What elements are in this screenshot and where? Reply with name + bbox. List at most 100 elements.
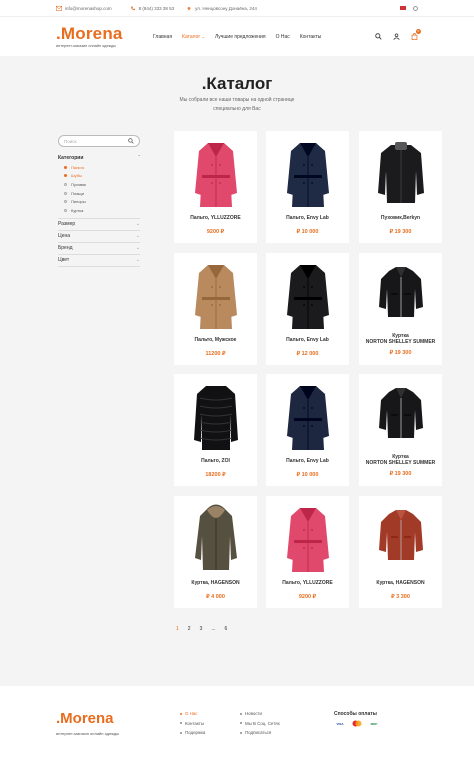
product-image[interactable] bbox=[371, 380, 431, 454]
top-bar: info@morenashop.com 8 (844) 333 38 53 ул… bbox=[0, 0, 474, 16]
product-name[interactable]: Пальто, YLLUZZORE bbox=[174, 215, 257, 221]
filter-color[interactable]: Цвет ⌄ bbox=[58, 255, 140, 267]
category-item[interactable]: Плащи bbox=[64, 189, 140, 198]
footer-link[interactable]: Мы В Соц. Сетях bbox=[240, 719, 280, 729]
category-item[interactable]: Пиноры bbox=[64, 197, 140, 206]
site-header: .Morena интернет-магазин онлайн одежды Г… bbox=[0, 16, 474, 56]
flag-ru-icon[interactable] bbox=[400, 5, 406, 10]
email-text: info@morenashop.com bbox=[65, 5, 112, 11]
globe-icon[interactable] bbox=[413, 5, 418, 11]
logo[interactable]: .Morena bbox=[56, 25, 152, 42]
product-name[interactable]: Пальто, YLLUZZORE bbox=[266, 580, 349, 586]
payment-methods: VISA МИР bbox=[334, 720, 380, 727]
product-price: 18200 ₽ bbox=[205, 472, 226, 478]
nav-contacts[interactable]: Контакты bbox=[300, 34, 322, 40]
category-item[interactable]: Куртка bbox=[64, 206, 140, 215]
location-pin-icon bbox=[187, 6, 191, 10]
user-icon[interactable] bbox=[393, 33, 400, 40]
footer-link[interactable]: Контакты bbox=[180, 719, 205, 729]
phone-icon bbox=[130, 6, 135, 10]
footer-link[interactable]: Новости bbox=[240, 709, 280, 719]
category-item[interactable]: Пальто bbox=[64, 163, 140, 172]
product-image[interactable] bbox=[278, 137, 338, 211]
nav-best-offers[interactable]: Лучшие предложения bbox=[215, 34, 266, 40]
page-link[interactable]: 3 bbox=[200, 626, 203, 632]
product-card[interactable]: Куртка NORTON SHELLEY SUMMER ₽ 19 300 bbox=[359, 374, 442, 486]
chevron-down-icon: ⌄ bbox=[135, 245, 140, 252]
product-image[interactable] bbox=[278, 502, 338, 576]
product-name[interactable]: Куртка, HAGENSON bbox=[174, 580, 257, 586]
phone-text: 8 (844) 333 38 53 bbox=[138, 5, 175, 11]
category-item[interactable]: Шубы bbox=[64, 172, 140, 181]
product-card[interactable]: Куртка, HAGENSON ₽ 3 300 bbox=[359, 496, 442, 608]
footer-links-col1: О Нас Контакты Подержка bbox=[180, 709, 205, 738]
product-image[interactable] bbox=[186, 259, 246, 333]
product-image[interactable] bbox=[278, 380, 338, 454]
product-card[interactable]: Пальто, Envy Lab ₽ 10 000 bbox=[266, 374, 349, 486]
product-card[interactable]: Пальто, YLLUZZORE 9200 ₽ bbox=[266, 496, 349, 608]
pagination: 1 2 3 ... 6 bbox=[176, 626, 227, 632]
product-card[interactable]: Куртка NORTON SHELLEY SUMMER ₽ 19 300 bbox=[359, 253, 442, 365]
category-heading[interactable]: Категории ˆ bbox=[58, 153, 140, 163]
product-card[interactable]: Пальто, ZOI 18200 ₽ bbox=[174, 374, 257, 486]
page-link[interactable]: 2 bbox=[188, 626, 191, 632]
chevron-down-icon: ⌄ bbox=[135, 221, 140, 228]
product-name[interactable]: Куртка, HAGENSON bbox=[359, 580, 442, 586]
product-card[interactable]: Куртка, HAGENSON ₽ 4 000 bbox=[174, 496, 257, 608]
product-price: ₽ 19 300 bbox=[389, 471, 412, 477]
filter-sidebar: Поиск Категории ˆ Пальто Шубы Пуховик Пла… bbox=[58, 135, 140, 267]
product-card[interactable]: Пальто, Envy Lab ₽ 10 000 bbox=[266, 131, 349, 243]
product-price: 9200 ₽ bbox=[206, 229, 225, 235]
page-link[interactable]: 6 bbox=[225, 626, 228, 632]
logo-tagline: интернет-магазин онлайн одежды bbox=[56, 44, 116, 48]
page-link[interactable]: 1 bbox=[176, 626, 179, 632]
product-name[interactable]: Пальто, Envy Lab bbox=[266, 337, 349, 343]
chevron-down-icon: ⌄ bbox=[135, 233, 140, 240]
contact-phone[interactable]: 8 (844) 333 38 53 bbox=[130, 5, 175, 11]
search-icon[interactable] bbox=[128, 138, 134, 144]
filter-price[interactable]: Цена ⌄ bbox=[58, 231, 140, 243]
search-input[interactable]: Поиск bbox=[58, 135, 140, 147]
product-image[interactable] bbox=[371, 502, 431, 576]
product-image[interactable] bbox=[186, 380, 246, 454]
product-image[interactable] bbox=[371, 259, 431, 333]
product-name[interactable]: Куртка NORTON SHELLEY SUMMER bbox=[359, 454, 442, 466]
footer-link[interactable]: Подержка bbox=[180, 728, 205, 738]
product-name[interactable]: Пальто, Envy Lab bbox=[266, 458, 349, 464]
chevron-down-icon: ⌄ bbox=[201, 33, 205, 39]
product-name[interactable]: Куртка NORTON SHELLEY SUMMER bbox=[359, 333, 442, 345]
product-card[interactable]: Пуховик,Berkyn ₽ 19 300 bbox=[359, 131, 442, 243]
product-price: ₽ 10 000 bbox=[296, 229, 319, 235]
logo-block[interactable]: .Morena интернет-магазин онлайн одежды bbox=[56, 25, 152, 48]
product-name[interactable]: Пальто, Envy Lab bbox=[266, 215, 349, 221]
product-image[interactable] bbox=[186, 502, 246, 576]
product-name[interactable]: Пуховик,Berkyn bbox=[359, 215, 442, 221]
product-image[interactable] bbox=[278, 259, 338, 333]
category-item[interactable]: Пуховик bbox=[64, 180, 140, 189]
cart-button[interactable]: 0 bbox=[411, 29, 421, 40]
category-list: Пальто Шубы Пуховик Плащи Пиноры Куртка bbox=[58, 163, 140, 219]
nav-about[interactable]: О Нас bbox=[276, 34, 290, 40]
payments-title: Способы оплаты bbox=[334, 711, 377, 717]
nav-catalog[interactable]: Каталог ⌄ bbox=[182, 34, 205, 40]
footer-link[interactable]: О Нас bbox=[180, 709, 205, 719]
footer-logo[interactable]: .Morena bbox=[56, 710, 114, 727]
product-name[interactable]: Пальто, Мужское bbox=[174, 337, 257, 343]
product-card[interactable]: Пальто, Мужское 11200 ₽ bbox=[174, 253, 257, 365]
contact-email[interactable]: info@morenashop.com bbox=[56, 5, 112, 11]
product-card[interactable]: Пальто, YLLUZZORE 9200 ₽ bbox=[174, 131, 257, 243]
filter-brand[interactable]: Бренд ⌄ bbox=[58, 243, 140, 255]
footer-link[interactable]: Подписаться bbox=[240, 728, 280, 738]
search-icon[interactable] bbox=[375, 33, 382, 40]
filter-size[interactable]: Размер ⌄ bbox=[58, 219, 140, 231]
nav-home[interactable]: Главная bbox=[153, 34, 172, 40]
shopping-bag-icon bbox=[411, 33, 418, 40]
product-card[interactable]: Пальто, Envy Lab ₽ 12 000 bbox=[266, 253, 349, 365]
product-name[interactable]: Пальто, ZOI bbox=[174, 458, 257, 464]
page-subtitle: Мы собрали все наши товары на одной стра… bbox=[179, 97, 295, 112]
chevron-up-icon: ˆ bbox=[138, 155, 140, 161]
mir-icon: МИР bbox=[370, 721, 378, 726]
product-image[interactable] bbox=[371, 137, 431, 211]
search-placeholder: Поиск bbox=[64, 138, 77, 144]
product-image[interactable] bbox=[186, 137, 246, 211]
